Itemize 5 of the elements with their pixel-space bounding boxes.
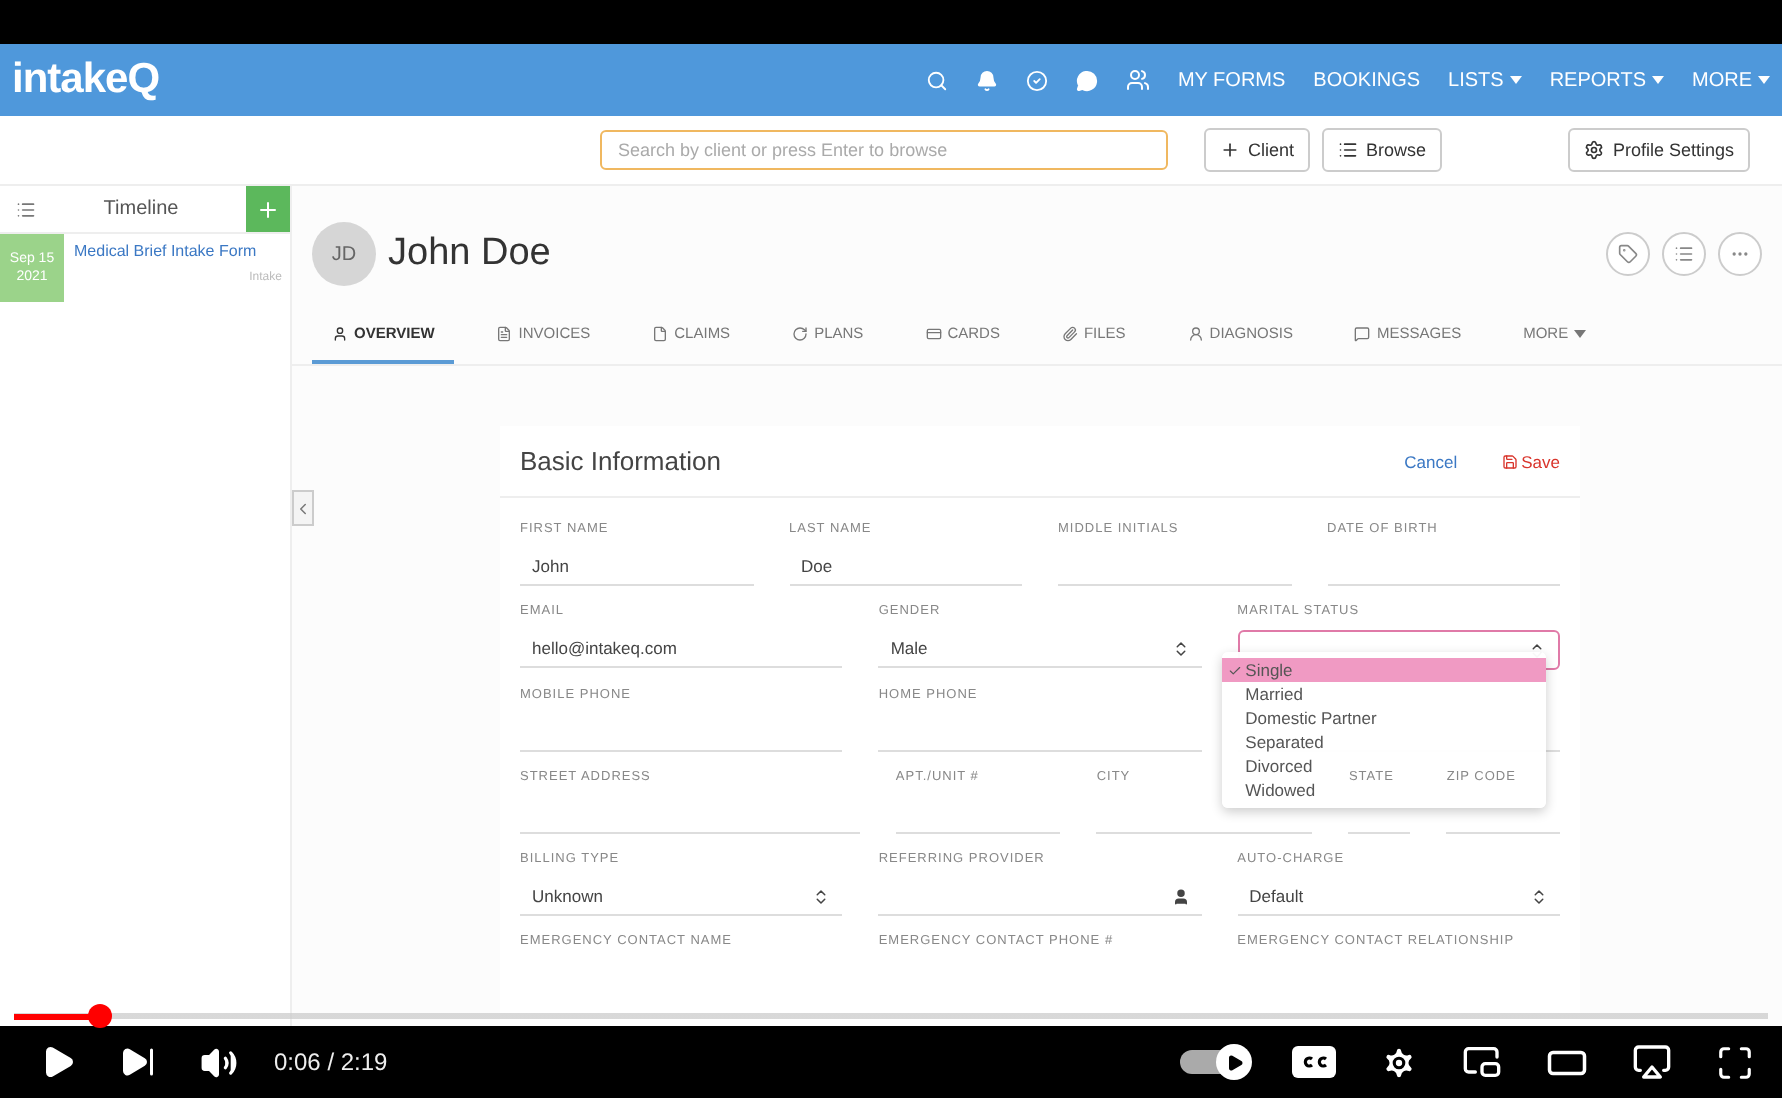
timeline-title: Timeline	[101, 198, 181, 220]
time-display: 0:06 / 2:19	[274, 1048, 388, 1076]
client-name: John Doe	[388, 232, 551, 276]
card-title: Basic Information	[520, 446, 721, 476]
avatar: JD	[312, 222, 376, 286]
